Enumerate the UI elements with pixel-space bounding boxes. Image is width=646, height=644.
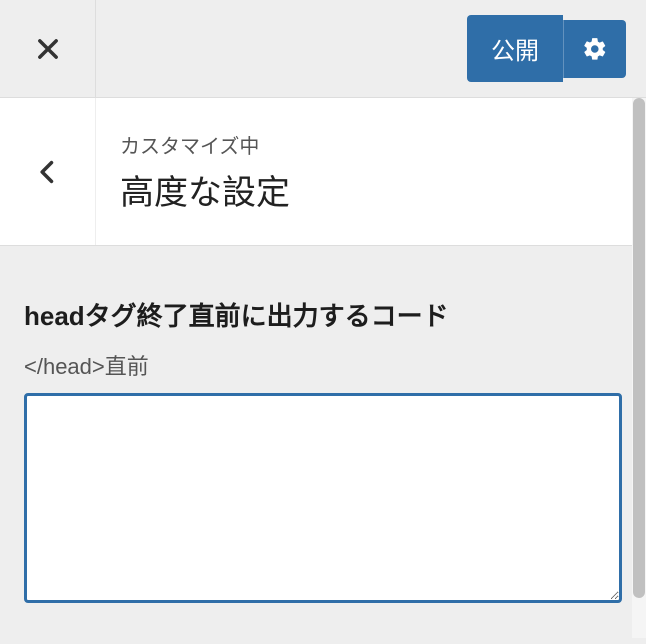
section-title: 高度な設定 [120,165,646,214]
settings-button[interactable] [563,20,626,78]
section-header: カスタマイズ中 高度な設定 [0,98,646,246]
topbar-actions: 公開 [96,0,646,97]
topbar: 公開 [0,0,646,98]
head-code-textarea[interactable] [24,393,622,603]
breadcrumb: カスタマイズ中 [120,130,646,159]
content: headタグ終了直前に出力するコード </head>直前 [0,246,646,632]
back-button[interactable] [0,98,96,245]
publish-button[interactable]: 公開 [467,15,563,82]
field-description: </head>直前 [24,349,622,381]
close-icon [34,35,62,63]
field-title: headタグ終了直前に出力するコード [24,296,622,333]
gear-icon [582,36,608,62]
section-titles: カスタマイズ中 高度な設定 [96,98,646,245]
scrollbar-thumb[interactable] [633,98,645,598]
chevron-left-icon [34,158,62,186]
close-button[interactable] [0,0,96,97]
scrollbar-track[interactable] [632,98,646,638]
